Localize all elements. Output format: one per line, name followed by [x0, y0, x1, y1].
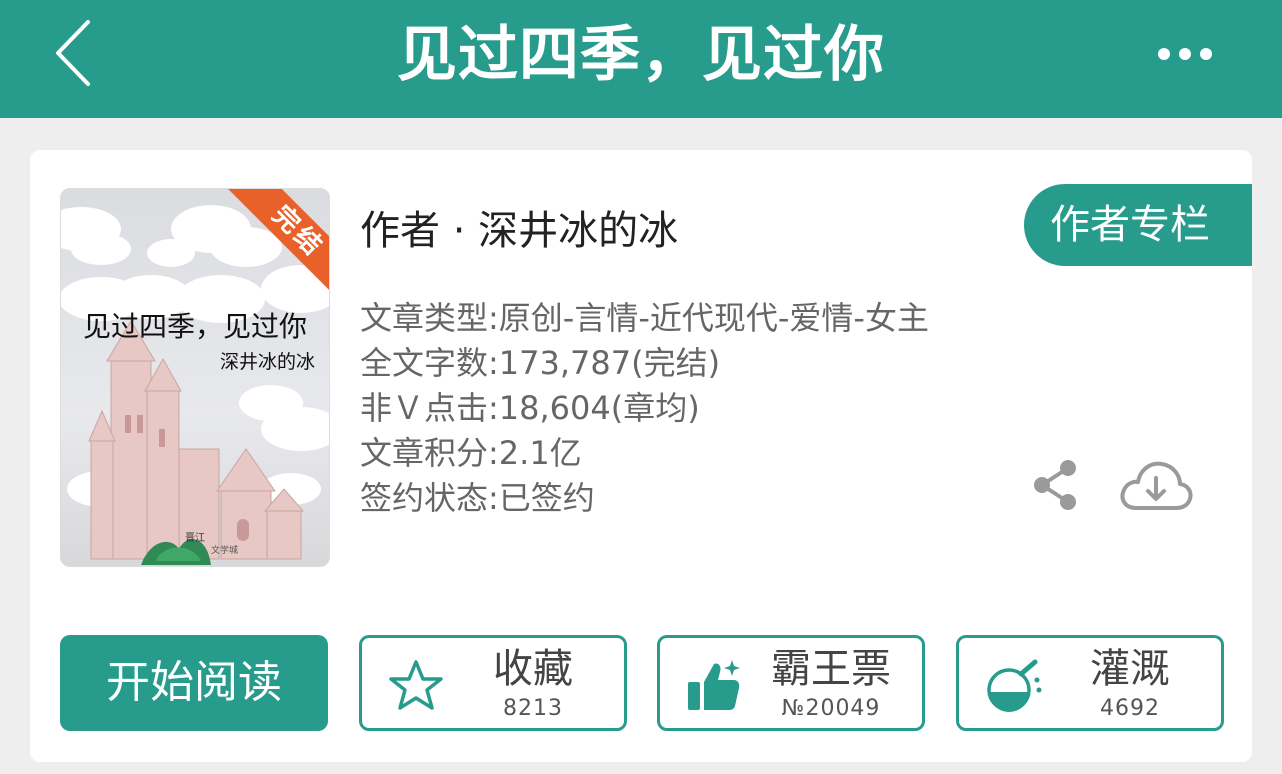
- favorite-count: 8213: [503, 696, 563, 721]
- cover-author: 深井冰的冰: [219, 351, 315, 373]
- irrigate-label: 灌溉: [1090, 646, 1170, 692]
- watering-flask-icon: [987, 659, 1042, 712]
- share-icon: [1034, 460, 1076, 510]
- irrigate-count: 4692: [1100, 696, 1160, 721]
- cover-logo-text: 晋江: [185, 532, 205, 544]
- info-word-count: 全文字数:173,787(完结): [360, 344, 721, 382]
- info-sign-status: 签约状态:已签约: [360, 479, 595, 517]
- info-genre: 文章类型:原创-言情-近代现代-爱情-女主: [360, 299, 929, 337]
- thumbs-up-icon: [688, 660, 740, 710]
- download-button[interactable]: [1118, 456, 1194, 516]
- overlord-ticket-button[interactable]: 霸王票 №20049: [657, 635, 925, 731]
- book-card: 晋江 文学城 见过四季，见过你 深井冰的冰 完结 作者 · 深井冰的冰 作者专栏…: [30, 150, 1252, 762]
- page-title: 见过四季，见过你: [397, 20, 885, 90]
- top-bar: 见过四季，见过你: [0, 0, 1282, 118]
- book-cover[interactable]: 晋江 文学城 见过四季，见过你 深井冰的冰 完结: [60, 188, 330, 567]
- author-name[interactable]: 作者 · 深井冰的冰: [360, 198, 678, 256]
- author-column-button[interactable]: 作者专栏: [1024, 184, 1252, 266]
- more-button[interactable]: [1150, 34, 1220, 74]
- start-reading-button[interactable]: 开始阅读: [60, 635, 328, 731]
- overlord-ticket-count: №20049: [781, 696, 881, 721]
- share-button[interactable]: [1030, 458, 1080, 512]
- cover-title: 见过四季，见过你: [82, 310, 307, 343]
- info-score: 文章积分:2.1亿: [360, 434, 582, 472]
- favorite-label: 收藏: [493, 646, 573, 692]
- more-dots-icon: [1158, 48, 1212, 60]
- overlord-ticket-label: 霸王票: [771, 646, 891, 692]
- info-clicks: 非Ｖ点击:18,604(章均): [360, 389, 700, 427]
- star-icon: [389, 660, 443, 710]
- favorite-button[interactable]: 收藏 8213: [359, 635, 627, 731]
- svg-text:文学城: 文学城: [211, 544, 238, 556]
- book-info: 文章类型:原创-言情-近代现代-爱情-女主 全文字数:173,787(完结) 非…: [360, 296, 929, 521]
- cloud-download-icon: [1120, 461, 1193, 510]
- irrigate-button[interactable]: 灌溉 4692: [956, 635, 1224, 731]
